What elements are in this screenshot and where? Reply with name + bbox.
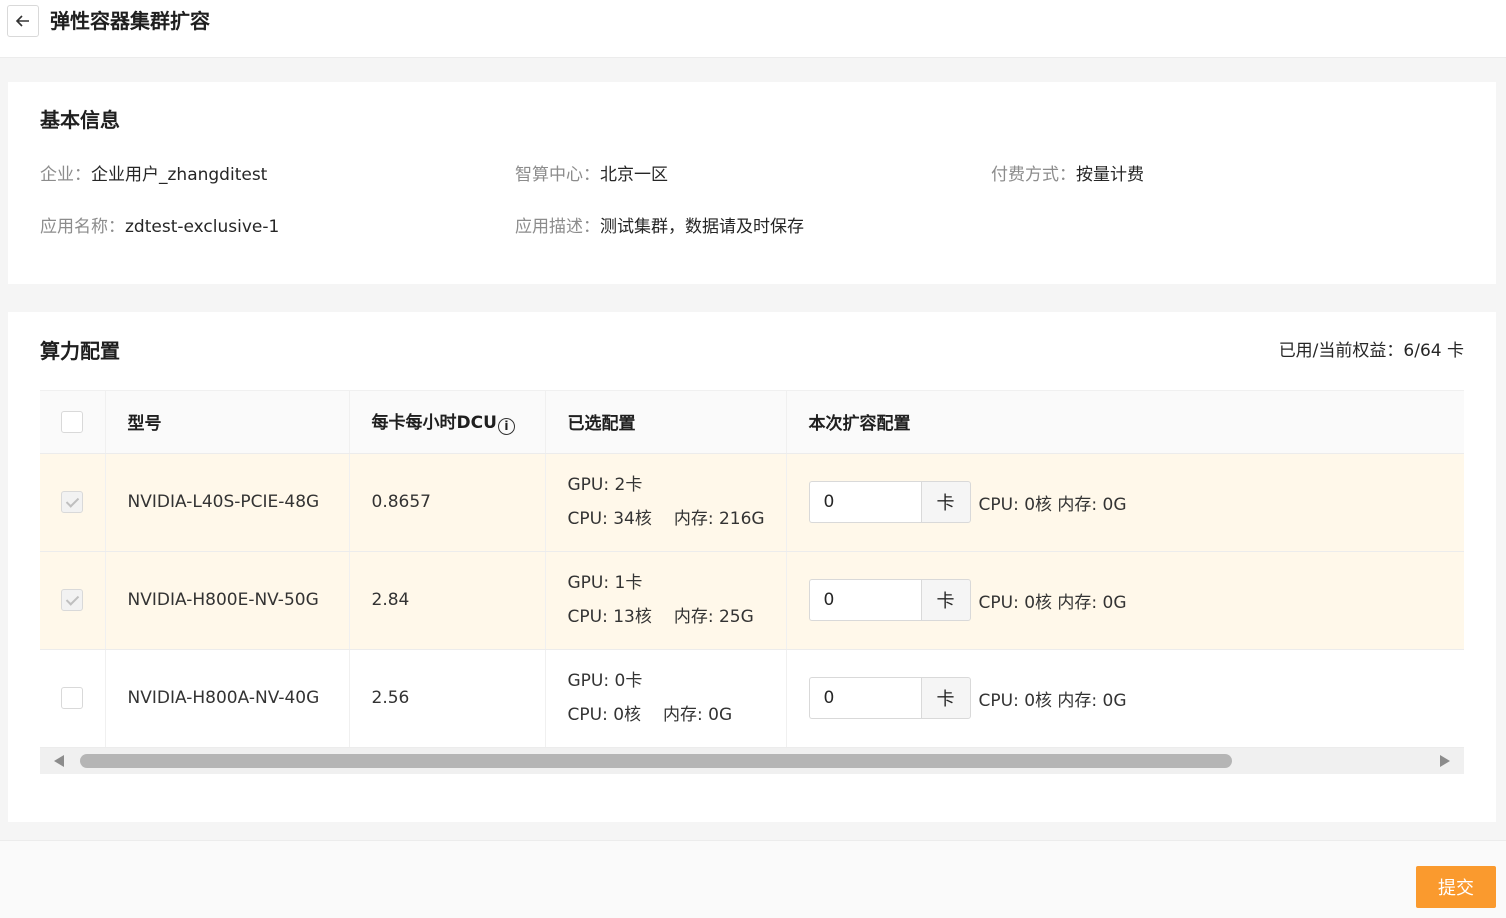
selected-config-cell: GPU: 1卡 CPU: 13核 内存: 25G (545, 551, 787, 650)
expand-config-cell: 卡 CPU: 0核 内存: 0G (786, 551, 1464, 650)
expand-summary: CPU: 0核 内存: 0G (978, 494, 1127, 515)
compute-config-title: 算力配置 (40, 339, 120, 363)
info-value: 测试集群，数据请及时保存 (600, 217, 804, 237)
selected-config-cell: GPU: 0卡 CPU: 0核 内存: 0G (545, 649, 787, 748)
dcu-cell: 2.56 (349, 649, 546, 748)
row-checkbox-cell (40, 649, 106, 748)
gpu-config: GPU: 0卡 (567, 671, 643, 691)
info-label: 应用描述： (515, 217, 600, 237)
quota-text: 已用/当前权益：6/64 卡 (1278, 341, 1464, 361)
cpu-config: CPU: 34核 (567, 509, 652, 529)
page-title: 弹性容器集群扩容 (50, 9, 210, 33)
cpu-mem-config: CPU: 0核 内存: 0G (568, 698, 786, 732)
card-count-input[interactable] (808, 677, 921, 719)
mem-config: 内存: 216G (673, 509, 765, 529)
cpu-mem-config: CPU: 34核 内存: 216G (568, 502, 786, 536)
back-button[interactable] (7, 5, 39, 37)
mem-config: 内存: 25G (673, 607, 754, 627)
gpu-config: GPU: 1卡 (567, 573, 643, 593)
arrow-left-icon (15, 15, 29, 27)
info-label: 智算中心： (515, 165, 600, 185)
table-row: NVIDIA-H800E-NV-50G 2.84 GPU: 1卡 CPU: 13… (40, 551, 1464, 650)
info-app-description: 应用描述：测试集群，数据请及时保存 (515, 216, 804, 238)
info-label: 应用名称： (40, 217, 125, 237)
column-header-selected: 已选配置 (545, 391, 787, 454)
model-cell: NVIDIA-L40S-PCIE-48G (105, 453, 350, 552)
dcu-cell: 0.8657 (349, 453, 546, 552)
expand-summary: CPU: 0核 内存: 0G (978, 592, 1127, 613)
row-checkbox-cell (40, 551, 106, 650)
basic-info-card: 基本信息 企业：企业用户_zhangditest 智算中心：北京一区 付费方式：… (8, 82, 1496, 284)
expand-config-cell: 卡 CPU: 0核 内存: 0G (786, 649, 1464, 748)
basic-info-title: 基本信息 (40, 108, 120, 132)
info-label: 企业： (40, 165, 91, 185)
unit-addon: 卡 (920, 677, 971, 719)
column-header-expand: 本次扩容配置 (786, 391, 1464, 454)
page-header: 弹性容器集群扩容 (0, 0, 1506, 58)
unit-addon: 卡 (920, 481, 971, 523)
info-value: 北京一区 (600, 165, 668, 185)
row-checkbox[interactable] (61, 687, 84, 709)
info-billing-mode: 付费方式：按量计费 (991, 164, 1144, 186)
select-all-checkbox[interactable] (61, 410, 84, 433)
scroll-right-icon[interactable] (1440, 755, 1450, 767)
card-count-input[interactable] (808, 481, 921, 523)
info-value: zdtest-exclusive-1 (125, 217, 280, 237)
scroll-left-icon[interactable] (54, 755, 64, 767)
expand-config-cell: 卡 CPU: 0核 内存: 0G (786, 453, 1464, 552)
info-value: 按量计费 (1076, 165, 1144, 185)
table-header-row: 型号 每卡每小时DCU i 已选配置 本次扩容配置 (40, 391, 1464, 454)
submit-button[interactable]: 提交 (1416, 866, 1496, 908)
cpu-config: CPU: 0核 (567, 705, 642, 725)
mem-config: 内存: 0G (663, 705, 733, 725)
dcu-cell: 2.84 (349, 551, 546, 650)
row-checkbox[interactable] (61, 589, 84, 611)
card-count-input[interactable] (808, 579, 921, 621)
cpu-config: CPU: 13核 (567, 607, 652, 627)
table-row: NVIDIA-H800A-NV-40G 2.56 GPU: 0卡 CPU: 0核… (40, 649, 1464, 748)
expand-summary: CPU: 0核 内存: 0G (978, 690, 1127, 711)
compute-config-card: 算力配置 已用/当前权益：6/64 卡 型号 每卡每小时DCU i 已选配置 本次… (8, 312, 1496, 822)
selected-config-cell: GPU: 2卡 CPU: 34核 内存: 216G (545, 453, 787, 552)
info-compute-center: 智算中心：北京一区 (515, 164, 668, 186)
column-header-dcu-label: 每卡每小时DCU (371, 413, 497, 434)
model-cell: NVIDIA-H800A-NV-40G (105, 649, 350, 748)
row-checkbox[interactable] (61, 491, 84, 513)
compute-table: 型号 每卡每小时DCU i 已选配置 本次扩容配置 NVIDIA-L40S-PCI… (40, 390, 1464, 774)
info-label: 付费方式： (991, 165, 1076, 185)
cpu-mem-config: CPU: 13核 内存: 25G (568, 600, 786, 634)
horizontal-scrollbar[interactable] (40, 748, 1464, 774)
row-checkbox-cell (40, 453, 106, 552)
column-header-dcu: 每卡每小时DCU i (349, 391, 546, 454)
scrollbar-thumb[interactable] (80, 754, 1232, 768)
column-header-model: 型号 (105, 391, 350, 454)
info-app-name: 应用名称：zdtest-exclusive-1 (40, 216, 279, 238)
info-icon[interactable]: i (497, 418, 515, 436)
model-cell: NVIDIA-H800E-NV-50G (105, 551, 350, 650)
info-value: 企业用户_zhangditest (91, 165, 268, 185)
gpu-config: GPU: 2卡 (567, 475, 643, 495)
select-all-cell (40, 391, 106, 454)
info-enterprise: 企业：企业用户_zhangditest (40, 164, 267, 186)
table-row: NVIDIA-L40S-PCIE-48G 0.8657 GPU: 2卡 CPU:… (40, 453, 1464, 552)
unit-addon: 卡 (920, 579, 971, 621)
footer-bar: 提交 (0, 840, 1506, 918)
